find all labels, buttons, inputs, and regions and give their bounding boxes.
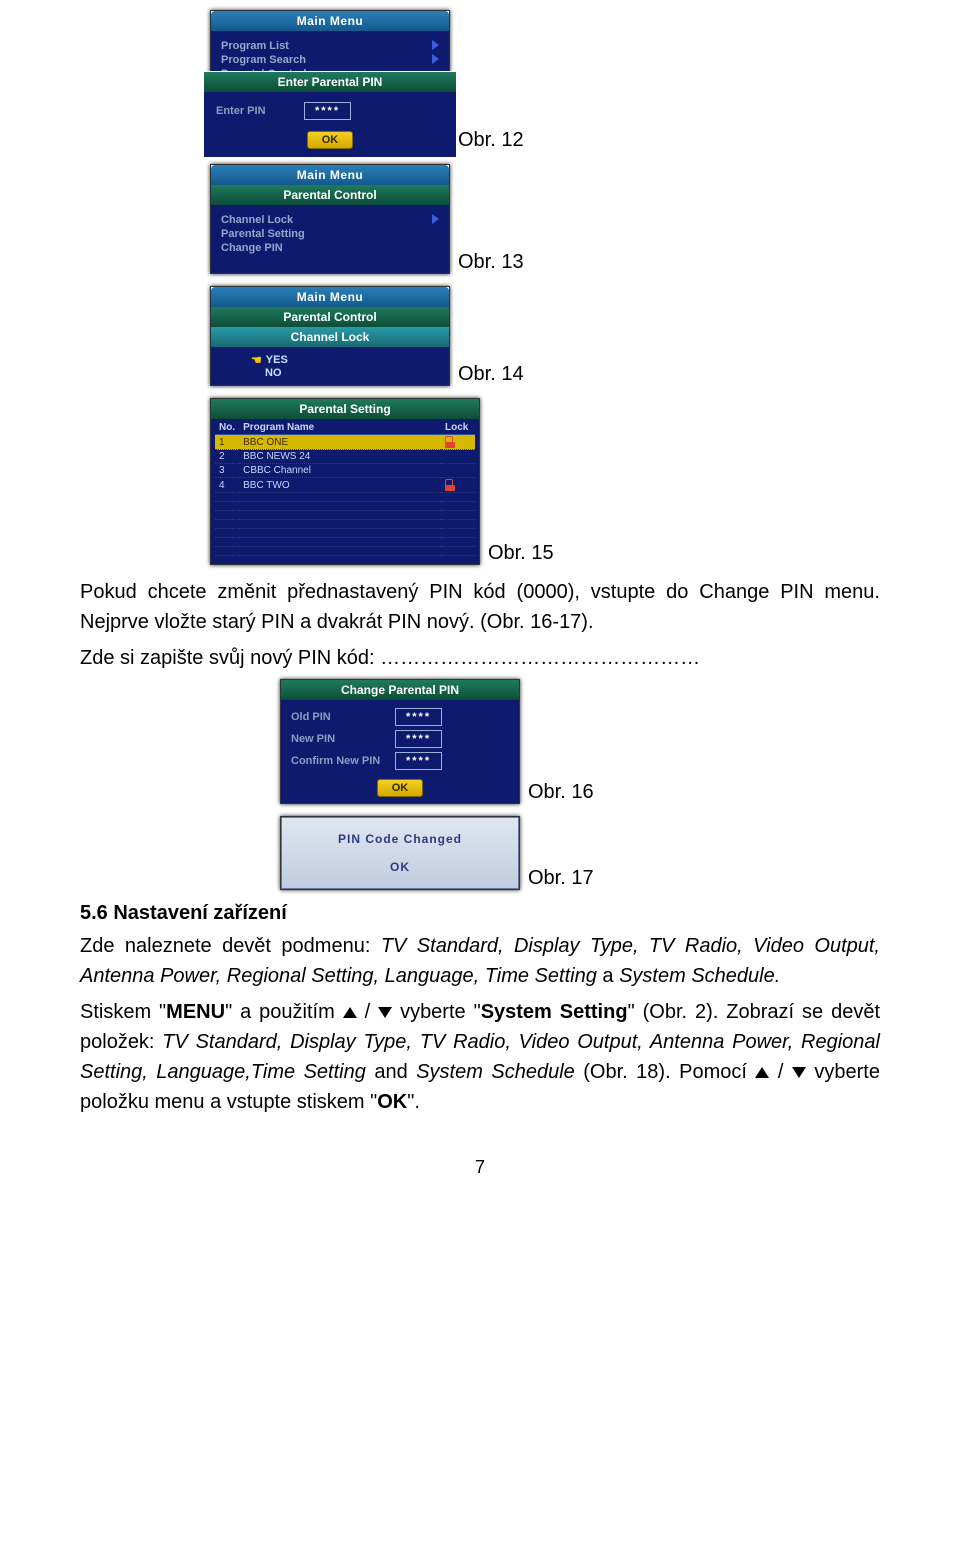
title-bar: Parental Setting (211, 399, 479, 419)
menu-item: Program Search (221, 54, 306, 66)
col-header: Lock (441, 421, 475, 435)
cell: 4 (215, 478, 239, 493)
ok-button[interactable]: OK (377, 779, 424, 797)
ok-button[interactable]: OK (307, 131, 354, 149)
triangle-down-icon (378, 1007, 392, 1018)
body-text: vyberte " (392, 1001, 481, 1023)
menu-item: Channel Lock (221, 214, 293, 226)
triangle-down-icon (792, 1067, 806, 1078)
body-text: OK (377, 1091, 407, 1113)
ok-label[interactable]: OK (292, 860, 508, 874)
section-heading: 5.6 Nastavení zařízení (80, 902, 880, 925)
body-text: System Setting (481, 1001, 628, 1023)
figure-caption: Obr. 12 (458, 129, 524, 152)
body-text: Zde naleznete devět podmenu: (80, 935, 381, 957)
menu-item: Change PIN (221, 242, 283, 254)
title-bar: Main Menu (211, 165, 449, 185)
new-pin-input[interactable]: **** (395, 730, 442, 748)
body-text: System Schedule. (619, 965, 780, 987)
body-text: MENU (166, 1001, 225, 1023)
cell: 3 (215, 464, 239, 478)
pointer-hand-icon: ☚ (251, 353, 262, 367)
col-header: Program Name (239, 421, 441, 435)
menu-item: Program List (221, 40, 289, 52)
cell: 2 (215, 450, 239, 464)
screenshot-fig15: Parental Setting No. Program Name Lock 1… (210, 398, 480, 565)
page-number: 7 (80, 1157, 880, 1178)
figure-caption: Obr. 13 (458, 251, 524, 274)
screenshot-fig13: Main Menu Parental Control Channel Lock … (210, 164, 450, 274)
screenshot-fig16: Change Parental PIN Old PIN **** New PIN *… (280, 679, 520, 804)
subtitle-bar: Parental Control (211, 307, 449, 327)
cell: 1 (215, 435, 239, 450)
option-no[interactable]: NO (265, 367, 282, 379)
body-text: (Obr. 18). Pomocí (583, 1061, 755, 1083)
body-text: / (769, 1061, 792, 1083)
body-text: a (602, 965, 619, 987)
confirm-pin-input[interactable]: **** (395, 752, 442, 770)
cell: CBBC Channel (239, 464, 441, 478)
body-text: System Schedule (416, 1061, 583, 1083)
message-text: PIN Code Changed (292, 832, 508, 846)
subtitle-bar: Parental Control (211, 185, 449, 205)
figure-caption: Obr. 16 (528, 781, 594, 804)
body-text: / (357, 1001, 378, 1023)
body-text: ". (407, 1091, 420, 1113)
lock-icon (445, 436, 453, 445)
body-text: Zde si zapište svůj nový PIN kód: ………………… (80, 647, 700, 669)
chevron-right-icon (432, 54, 439, 64)
screenshot-fig12: Main Menu Program List Program Search Pa… (210, 10, 450, 152)
label-new-pin: New PIN (291, 733, 387, 745)
col-header: No. (215, 421, 239, 435)
title-bar: Main Menu (211, 287, 449, 307)
subtitle-bar-2: Channel Lock (211, 327, 449, 347)
body-text: and (374, 1061, 416, 1083)
screenshot-fig14: Main Menu Parental Control Channel Lock … (210, 286, 450, 386)
triangle-up-icon (755, 1067, 769, 1078)
enter-pin-label: Enter PIN (216, 105, 296, 117)
cell: BBC TWO (239, 478, 441, 493)
cell-lock (441, 478, 475, 493)
screenshot-fig17: PIN Code Changed OK (280, 816, 520, 890)
body-text: Stiskem " (80, 1001, 166, 1023)
chevron-right-icon (432, 214, 439, 224)
label-old-pin: Old PIN (291, 711, 387, 723)
chevron-right-icon (432, 40, 439, 50)
body-text: Pokud chcete změnit přednastavený PIN kó… (80, 581, 880, 603)
table-row[interactable]: 4 BBC TWO (215, 478, 475, 493)
modal-title: Enter Parental PIN (204, 72, 456, 92)
title-bar: Main Menu (211, 11, 449, 31)
pin-input[interactable]: **** (304, 102, 351, 120)
menu-item: Parental Setting (221, 228, 305, 240)
lock-icon (445, 479, 453, 488)
cell: BBC NEWS 24 (239, 450, 441, 464)
figure-caption: Obr. 15 (488, 542, 554, 565)
cell: BBC ONE (239, 435, 441, 450)
triangle-up-icon (343, 1007, 357, 1018)
table-row[interactable]: 1 BBC ONE (215, 435, 475, 450)
title-bar: Change Parental PIN (281, 680, 519, 700)
option-yes[interactable]: YES (266, 354, 288, 366)
cell-lock (441, 435, 475, 450)
table-row[interactable]: 3 CBBC Channel (215, 464, 475, 478)
old-pin-input[interactable]: **** (395, 708, 442, 726)
table-row[interactable]: 2 BBC NEWS 24 (215, 450, 475, 464)
body-text: " a použitím (225, 1001, 343, 1023)
label-confirm-pin: Confirm New PIN (291, 755, 387, 767)
body-text: Nejprve vložte starý PIN a dvakrát PIN n… (80, 611, 594, 633)
figure-caption: Obr. 17 (528, 867, 594, 890)
figure-caption: Obr. 14 (458, 363, 524, 386)
